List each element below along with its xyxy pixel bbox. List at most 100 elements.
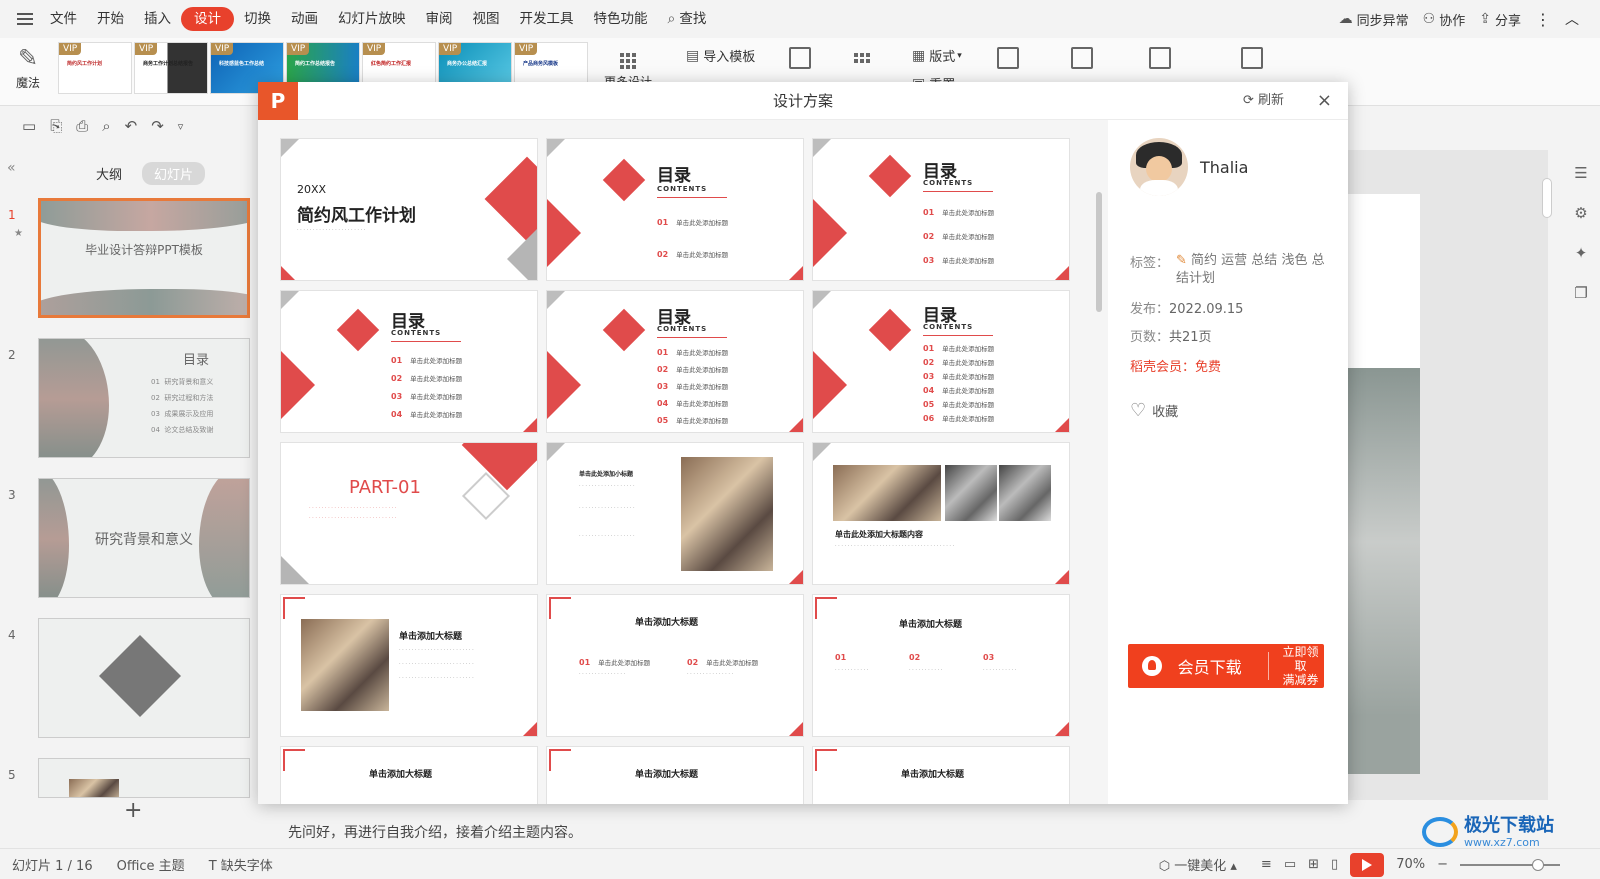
collapse-ribbon-icon[interactable]: ︿: [1558, 9, 1586, 29]
menu-slideshow[interactable]: 幻灯片放映: [328, 7, 416, 31]
layout-button[interactable]: ▦ 版式 ▾: [912, 46, 962, 66]
beautify-icon: ⬡: [1158, 859, 1171, 874]
theme-name[interactable]: Office 主题: [105, 855, 197, 874]
menu-transition[interactable]: 切换: [234, 7, 281, 31]
author-name[interactable]: Thalia: [1200, 158, 1248, 177]
menu-view[interactable]: 视图: [463, 7, 510, 31]
notes-toggle-icon[interactable]: ≡: [1261, 857, 1272, 872]
slide-number: 4: [8, 628, 16, 642]
normal-view-icon[interactable]: ▭: [1284, 857, 1296, 872]
menu-insert[interactable]: 插入: [134, 7, 181, 31]
undo-icon[interactable]: ↶: [125, 117, 138, 135]
share-icon: ⇪: [1479, 11, 1491, 27]
sorter-view-icon[interactable]: ⊞: [1308, 857, 1319, 872]
zoom-slider[interactable]: [1460, 858, 1560, 871]
properties-icon[interactable]: ☰: [1569, 164, 1593, 184]
preview-part-title[interactable]: PART-01 · · · · · · · · · · · · · · · · …: [280, 442, 538, 585]
slide-number: 3: [8, 488, 16, 502]
sync-status-button[interactable]: ☁ 同步异常: [1332, 10, 1416, 29]
menu-search[interactable]: ⌕ 查找: [658, 7, 717, 31]
collapse-panel-icon[interactable]: «: [7, 160, 16, 176]
slide-number: 2: [8, 348, 16, 362]
play-slideshow-button[interactable]: [1350, 852, 1385, 877]
menu-home[interactable]: 开始: [87, 7, 134, 31]
preview-toc-2[interactable]: 目录 CONTENTS 01 单击此处添加标题 02 单击此处添加标题: [546, 138, 804, 281]
zoom-level[interactable]: 70%: [1396, 857, 1425, 872]
print-preview-icon[interactable]: ⌕: [102, 117, 110, 135]
redo-icon[interactable]: ↷: [151, 117, 164, 135]
canvas-scrollbar[interactable]: [1540, 156, 1554, 786]
slide-master-button[interactable]: [988, 44, 1028, 72]
coupon-link[interactable]: 立即领取 满减券: [1277, 645, 1324, 687]
page-setup-button[interactable]: [1062, 44, 1102, 72]
reading-view-icon[interactable]: ▯: [1331, 857, 1338, 872]
share-button[interactable]: ⇪ 分享: [1472, 10, 1528, 29]
pin-icon[interactable]: ✦: [1569, 244, 1593, 264]
chevron-down-icon: ▾: [957, 50, 962, 61]
speaker-notes[interactable]: 先问好，再进行自我介绍，接着介绍主题内容。: [272, 818, 1572, 848]
copy-icon[interactable]: ❐: [1569, 284, 1593, 304]
slide-panel: « 大纲 幻灯片 1 ★ 毕业设计答辩PPT模板 2 目录 01 研究背景和意义…: [0, 146, 268, 823]
import-icon: ▤: [686, 47, 700, 64]
missing-font-button[interactable]: T 缺失字体: [197, 855, 285, 874]
preview-three-column[interactable]: 单击添加大标题 01 02 03 · · · · · · · · · · · ·…: [812, 594, 1070, 737]
avatar[interactable]: [1130, 138, 1188, 196]
preview-toc-6[interactable]: 目录 CONTENTS 01 单击此处添加标题 02 单击此处添加标题 03 单击此处…: [812, 290, 1070, 433]
template-thumb[interactable]: VIP 简约风工作计划: [58, 42, 132, 94]
refresh-button[interactable]: ⟳ 刷新: [1243, 82, 1284, 120]
slide-thumbnail-1[interactable]: 毕业设计答辩PPT模板: [38, 198, 250, 318]
close-button[interactable]: ×: [1317, 82, 1332, 120]
collaborate-button[interactable]: ⚇ 协作: [1416, 10, 1473, 29]
preview-photo-strip[interactable]: 单击此处添加大标题内容 · · · · · · · · · · · · · · …: [812, 442, 1070, 585]
slide-thumbnail-3[interactable]: 研究背景和意义: [38, 478, 250, 598]
background-button[interactable]: [780, 44, 820, 72]
tag-icon: ✎: [1176, 253, 1187, 268]
import-template-button[interactable]: ▤ 导入模板: [686, 46, 755, 66]
menu-review[interactable]: 审阅: [416, 7, 463, 31]
preview-text-photo[interactable]: 单击此处添加小标题 · · · · · · · · · · · · · · · …: [546, 442, 804, 585]
add-slide-button[interactable]: +: [124, 798, 142, 823]
preview-title-only[interactable]: 单击添加大标题: [812, 746, 1070, 804]
customize-icon[interactable]: ▿: [178, 120, 184, 133]
beautify-button[interactable]: ⬡ 一键美化 ▴: [1147, 855, 1249, 874]
slide-thumbnail-2[interactable]: 目录 01 研究背景和意义 02 研究过程和方法 03 成果展示及应用 04 论…: [38, 338, 250, 458]
preview-photo-text[interactable]: 单击添加大标题 · · · · · · · · · · · · · · · · …: [280, 594, 538, 737]
preview-toc-5[interactable]: 目录 CONTENTS 01 单击此处添加标题 02 单击此处添加标题 03 单击此处…: [546, 290, 804, 433]
pages-row: 页数：共21页: [1130, 330, 1212, 345]
right-task-sidebar: ☰ ⚙ ✦ ❐: [1562, 150, 1600, 800]
preview-toc-3[interactable]: 目录 CONTENTS 01 单击此处添加标题 02 单击此处添加标题 03 单击此处…: [812, 138, 1070, 281]
menu-features[interactable]: 特色功能: [584, 7, 658, 31]
magic-button[interactable]: ✎ 魔法: [8, 42, 48, 91]
author-block: Thalia: [1130, 138, 1248, 196]
preview-title-only[interactable]: 单击添加大标题: [546, 746, 804, 804]
presenter-tools-button[interactable]: [1232, 44, 1272, 72]
zoom-out-icon[interactable]: −: [1437, 857, 1448, 872]
format-painter-icon[interactable]: ⎘: [50, 117, 62, 135]
preview-scrollbar[interactable]: [1096, 192, 1102, 312]
grid-icon: [620, 53, 636, 69]
print-icon[interactable]: ⎙: [76, 117, 88, 135]
preview-cover[interactable]: 20XX 简约风工作计划 · · · · · · · · · · · · · ·…: [280, 138, 538, 281]
more-options-icon[interactable]: ⋮: [1528, 10, 1558, 29]
preview-title-only[interactable]: 单击添加大标题: [280, 746, 538, 804]
arrange-icon: [854, 53, 870, 63]
office-photo: [833, 465, 941, 521]
tab-outline[interactable]: 大纲: [84, 162, 134, 185]
save-icon[interactable]: ▭: [22, 117, 36, 135]
preview-two-column[interactable]: 单击添加大标题 01 单击此处添加标题 02 单击此处添加标题 · · · · · …: [546, 594, 804, 737]
preview-toc-4[interactable]: 目录 CONTENTS 01 单击此处添加标题 02 单击此处添加标题 03 单击此处…: [280, 290, 538, 433]
menu-developer[interactable]: 开发工具: [510, 7, 584, 31]
member-download-button[interactable]: 会员下载 立即领取 满减券: [1128, 644, 1324, 688]
tab-slides[interactable]: 幻灯片: [142, 162, 206, 185]
menu-animation[interactable]: 动画: [281, 7, 328, 31]
slide-thumbnail-4[interactable]: [38, 618, 250, 738]
menu-design[interactable]: 设计: [181, 7, 234, 31]
slide-size-button[interactable]: [1140, 44, 1180, 72]
slide-thumbnail-5[interactable]: [38, 758, 250, 798]
menu-file[interactable]: 文件: [40, 7, 87, 31]
adjust-icon[interactable]: ⚙: [1569, 204, 1593, 224]
template-thumb[interactable]: VIP 商务工作计划总结报告: [134, 42, 208, 94]
hamburger-menu-icon[interactable]: [10, 7, 40, 31]
favorite-button[interactable]: ♡ 收藏: [1130, 400, 1178, 421]
arrange-button[interactable]: [842, 44, 882, 72]
